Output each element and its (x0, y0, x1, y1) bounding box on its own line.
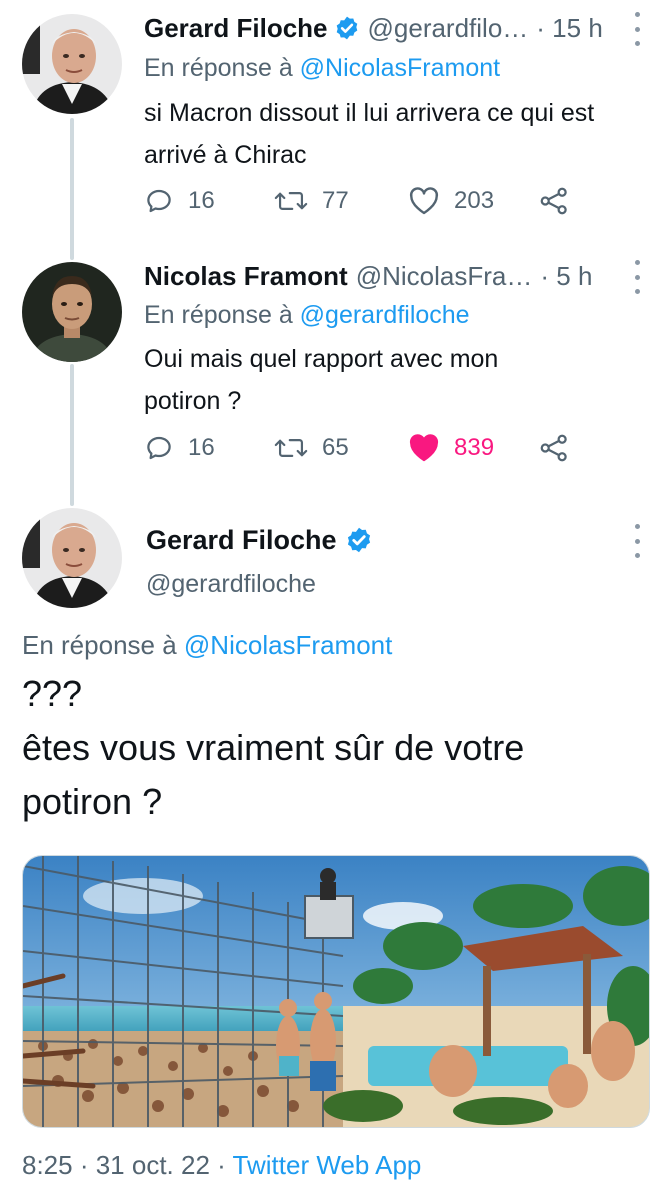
tweet-text-line: ??? (22, 673, 83, 714)
tweet-actions: 16 65 839 (144, 428, 584, 468)
retweet-icon (274, 439, 308, 457)
share-button[interactable] (538, 428, 584, 468)
share-icon (540, 434, 567, 462)
tweet-text-line: potiron ? (144, 387, 242, 415)
reply-prefix: En réponse à (22, 630, 177, 660)
tweet-text: ??? êtes vous vraiment sûr de votre poti… (22, 667, 652, 829)
tweet-timestamp-row: 8:25 · 31 oct. 22 · Twitter Web App (22, 1150, 421, 1181)
like-count: 839 (454, 434, 495, 461)
reply-prefix: En réponse à (144, 54, 293, 82)
like-button[interactable]: 203 (408, 181, 494, 221)
author-handle[interactable]: @NicolasFra… (356, 261, 533, 291)
more-icon[interactable] (632, 260, 642, 294)
retweet-count: 65 (322, 434, 349, 461)
tweet-text-line: si Macron dissout il lui arrivera ce qui… (144, 99, 595, 127)
retweet-button[interactable]: 65 (274, 428, 349, 468)
tweet-timestamp[interactable]: 8:25 · 31 oct. 22 · (22, 1150, 233, 1180)
reply-mention-link[interactable]: @NicolasFramont (300, 54, 500, 82)
reply-mention-link[interactable]: @NicolasFramont (184, 630, 392, 660)
tweet-text: si Macron dissout il lui arrivera ce qui… (144, 92, 652, 176)
like-button[interactable]: 839 (408, 428, 494, 468)
verified-badge-icon (347, 527, 370, 553)
reply-icon (147, 436, 171, 460)
tweet-header: Gerard Filoche @gerardfilo… · 15 h (144, 8, 642, 48)
like-icon (409, 187, 439, 215)
retweet-count: 77 (322, 187, 349, 214)
tweet-text-line: potiron ? (22, 781, 163, 822)
thread-tweet-1[interactable]: Gerard Filoche @gerardfilo… · 15 h En ré… (0, 0, 672, 250)
reply-button[interactable]: 16 (144, 181, 215, 221)
reply-count: 16 (188, 434, 215, 461)
tweet-thread: Gerard Filoche @gerardfilo… · 15 h En ré… (0, 0, 672, 1200)
verified-badge-icon (336, 16, 357, 40)
thread-tweet-2[interactable]: Nicolas Framont @NicolasFra… · 5 h En ré… (0, 250, 672, 500)
reply-mention-link[interactable]: @gerardfiloche (300, 301, 470, 329)
tweet-text: Oui mais quel rapport avec mon potiron ? (144, 338, 652, 422)
retweet-button[interactable]: 77 (274, 181, 349, 221)
source-app-link[interactable]: Twitter Web App (233, 1150, 422, 1180)
avatar[interactable] (22, 508, 122, 608)
author-name[interactable]: Nicolas Framont (144, 261, 348, 291)
reply-context: En réponse à @NicolasFramont (22, 630, 392, 661)
author-name[interactable]: Gerard Filoche (144, 13, 328, 43)
tweet-text-line: arrivé à Chirac (144, 141, 307, 169)
author-block: Gerard Filoche @gerardfiloche (146, 520, 373, 599)
avatar[interactable] (22, 14, 122, 114)
reply-context: En réponse à @gerardfiloche (144, 301, 470, 330)
reply-count: 16 (188, 187, 215, 214)
like-icon (409, 434, 439, 462)
share-button[interactable] (538, 181, 584, 221)
author-name[interactable]: Gerard Filoche (146, 525, 337, 556)
tweet-text-line: êtes vous vraiment sûr de votre (22, 727, 525, 768)
more-icon[interactable] (632, 12, 642, 46)
avatar[interactable] (22, 262, 122, 362)
tweet-time[interactable]: · 15 h (536, 13, 603, 43)
tweet-media-image[interactable] (22, 855, 650, 1128)
tweet-actions: 16 77 203 (144, 181, 584, 221)
retweet-icon (274, 192, 308, 210)
reply-button[interactable]: 16 (144, 428, 215, 468)
author-name-row: Gerard Filoche (146, 520, 373, 560)
tweet-header: Nicolas Framont @NicolasFra… · 5 h (144, 256, 642, 296)
tweet-time[interactable]: · 5 h (540, 261, 592, 291)
author-handle[interactable]: @gerardfiloche (146, 570, 373, 599)
more-icon[interactable] (632, 524, 642, 558)
reply-prefix: En réponse à (144, 301, 293, 329)
author-handle[interactable]: @gerardfilo… (368, 13, 529, 43)
reply-icon (147, 189, 171, 213)
like-count: 203 (454, 187, 495, 214)
reply-context: En réponse à @NicolasFramont (144, 54, 500, 83)
tweet-text-line: Oui mais quel rapport avec mon (144, 345, 499, 373)
share-icon (540, 187, 567, 215)
